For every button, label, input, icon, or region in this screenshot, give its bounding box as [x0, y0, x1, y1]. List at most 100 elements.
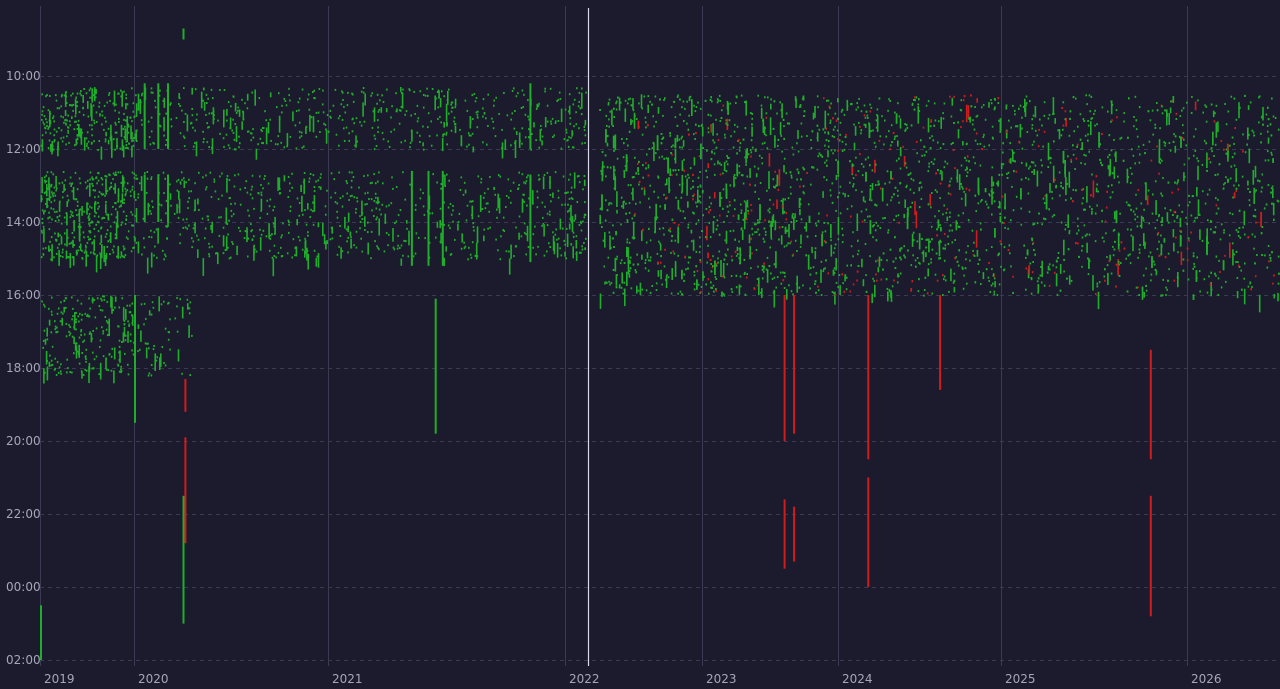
scatter-point [522, 193, 524, 196]
scatter-point [1243, 288, 1246, 305]
scatter-point [806, 135, 808, 137]
scatter-point [1023, 244, 1025, 247]
scatter-point [800, 234, 802, 245]
scatter-point [1075, 97, 1077, 100]
scatter-point [503, 230, 505, 232]
scatter-point [1193, 219, 1196, 222]
scatter-point [1021, 127, 1023, 130]
scatter-point [238, 146, 240, 149]
scatter-point [301, 248, 304, 251]
scatter-point [920, 198, 923, 200]
scatter-point [179, 181, 182, 184]
scatter-point [196, 234, 198, 237]
scatter-point [888, 181, 891, 184]
scatter-point [194, 129, 196, 132]
scatter-point [326, 114, 329, 117]
scatter-point [250, 132, 252, 135]
scatter-point [466, 109, 469, 112]
scatter-point [317, 253, 320, 268]
scatter-point [113, 370, 115, 384]
scatter-point [898, 115, 901, 118]
scatter-point [266, 199, 268, 202]
scatter-point [639, 282, 642, 295]
scatter-point [387, 140, 389, 143]
scatter-point [283, 97, 286, 100]
scatter-point [349, 231, 352, 236]
scatter-point [253, 251, 256, 254]
scatter-point [80, 128, 83, 145]
scatter-point [899, 167, 902, 170]
scatter-point [930, 161, 933, 163]
scatter-point [565, 128, 568, 131]
scatter-point [1210, 220, 1213, 223]
scatter-point [976, 249, 979, 257]
scatter-point [845, 276, 848, 279]
scatter-point [569, 122, 571, 125]
scatter-point [982, 136, 985, 138]
scatter-point [313, 190, 316, 193]
scatter-point [513, 255, 515, 258]
scatter-point [395, 220, 398, 223]
scatter-point [495, 238, 497, 241]
scatter-point [125, 334, 127, 337]
scatter-point [878, 139, 881, 142]
scatter-point [1010, 219, 1012, 222]
scatter-point [664, 97, 666, 100]
scatter-point [397, 244, 399, 247]
scatter-point [402, 254, 404, 257]
scatter-point [181, 306, 184, 319]
scatter-point [816, 168, 819, 171]
scatter-point [1109, 254, 1111, 261]
scatter-point [447, 224, 450, 227]
scatter-point [460, 176, 463, 179]
scatter-point [930, 261, 932, 264]
scatter-point [317, 179, 319, 182]
scatter-point [707, 131, 710, 134]
scatter-point [521, 173, 524, 176]
scatter-point [1148, 140, 1151, 143]
scatter-point [794, 213, 796, 219]
scatter-point [50, 331, 53, 334]
scatter-point [55, 189, 57, 192]
scatter-point [692, 239, 695, 251]
scatter-point [211, 221, 213, 234]
scatter-point [984, 118, 987, 121]
scatter-point [85, 369, 88, 372]
scatter-point [246, 93, 249, 101]
scatter-point [783, 245, 786, 248]
scatter-point [159, 89, 161, 92]
scatter-point [498, 113, 500, 115]
scatter-point [382, 182, 384, 185]
scatter-point [957, 121, 959, 124]
scatter-point [424, 237, 426, 240]
scatter-point [1086, 233, 1088, 236]
scatter-point [1160, 294, 1162, 297]
scatter-point [150, 313, 153, 316]
scatter-point [618, 286, 621, 289]
scatter-point [315, 111, 318, 114]
scatter-point [54, 320, 56, 323]
scatter-point [71, 296, 73, 299]
scatter-point [72, 315, 74, 318]
scatter-point [914, 96, 916, 99]
scatter-point [413, 90, 415, 93]
scatter-point [118, 92, 120, 95]
scatter-point [45, 174, 48, 177]
scatter-point [785, 112, 788, 115]
scatter-point [278, 177, 281, 189]
scatter-point [47, 217, 49, 220]
scatter-point [1104, 279, 1106, 282]
scatter-point [450, 253, 453, 256]
scatter-point [912, 254, 914, 257]
scatter-point [118, 121, 120, 123]
scatter-point [695, 106, 698, 108]
scatter-point [1225, 123, 1228, 126]
scatter-point [349, 195, 352, 198]
scatter-point [699, 261, 702, 263]
scatter-point [148, 136, 151, 138]
scatter-point [188, 325, 190, 338]
scatter-point [710, 114, 712, 117]
scatter-point [217, 119, 219, 122]
scatter-point [178, 103, 180, 105]
scatter-point [158, 296, 160, 312]
